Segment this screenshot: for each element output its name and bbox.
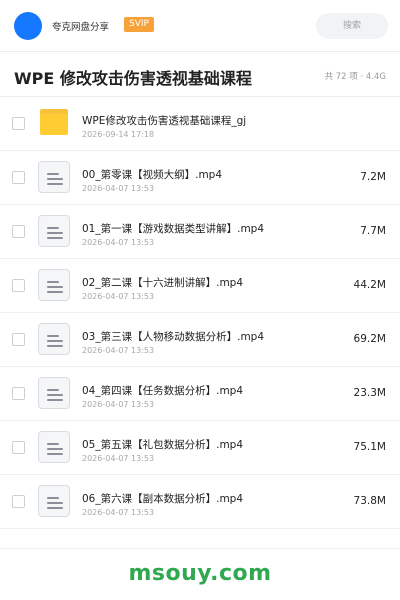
list-item-folder[interactable]: WPE修改攻击伤害透视基础课程_gj 2026-09-14 17:18 [0,97,400,151]
row-checkbox[interactable] [12,495,25,508]
file-name: 03_第三课【人物移动数据分析】.mp4 [82,331,265,343]
title-bar: WPE 修改攻击伤害透视基础课程 共 72 项 · 4.4G [0,53,400,97]
file-date: 2026-04-07 13:53 [82,184,155,193]
document-icon [38,215,70,247]
row-checkbox[interactable] [12,225,25,238]
document-icon [38,431,70,463]
list-item[interactable]: 04_第四课【任务数据分析】.mp4 2026-04-07 13:53 23.3… [0,367,400,421]
file-date: 2026-04-07 13:53 [82,346,155,355]
file-name: 02_第二课【十六进制讲解】.mp4 [82,277,244,289]
row-checkbox[interactable] [12,171,25,184]
file-date: 2026-04-07 13:53 [82,454,155,463]
file-name: 06_第六课【副本数据分析】.mp4 [82,493,244,505]
document-icon [38,377,70,409]
row-checkbox[interactable] [12,279,25,292]
list-item[interactable]: 06_第六课【副本数据分析】.mp4 2026-04-07 13:53 73.8… [0,475,400,529]
file-name: 01_第一课【游戏数据类型讲解】.mp4 [82,223,265,235]
list-item[interactable]: 03_第三课【人物移动数据分析】.mp4 2026-04-07 13:53 69… [0,313,400,367]
file-date: 2026-04-07 13:53 [82,292,155,301]
list-item[interactable]: 02_第二课【十六进制讲解】.mp4 2026-04-07 13:53 44.2… [0,259,400,313]
avatar[interactable] [14,12,42,40]
file-size: 7.7M [360,225,386,237]
file-name: 00_第零课【视频大纲】.mp4 [82,169,223,181]
page-title: WPE 修改攻击伤害透视基础课程 [14,69,252,88]
search-input[interactable] [316,13,388,39]
file-date: 2026-04-07 13:53 [82,238,155,247]
file-size: 23.3M [353,387,386,399]
footer: msouy.com [0,548,400,600]
document-icon [38,323,70,355]
file-date: 2026-04-07 13:53 [82,508,155,517]
document-icon [38,161,70,193]
item-summary: 共 72 项 · 4.4G [324,72,386,82]
file-size: 7.2M [360,171,386,183]
file-size: 69.2M [353,333,386,345]
folder-icon [38,107,70,139]
document-icon [38,269,70,301]
document-icon [38,485,70,517]
row-checkbox[interactable] [12,333,25,346]
file-list: WPE修改攻击伤害透视基础课程_gj 2026-09-14 17:18 00_第… [0,97,400,529]
list-item[interactable]: 05_第五课【礼包数据分析】.mp4 2026-04-07 13:53 75.1… [0,421,400,475]
list-item[interactable]: 01_第一课【游戏数据类型讲解】.mp4 2026-04-07 13:53 7.… [0,205,400,259]
file-name: 05_第五课【礼包数据分析】.mp4 [82,439,244,451]
file-size: 73.8M [353,495,386,507]
file-date: 2026-04-07 13:53 [82,400,155,409]
file-name: WPE修改攻击伤害透视基础课程_gj [82,115,247,127]
svip-badge: SVIP [124,17,154,32]
file-size: 75.1M [353,441,386,453]
row-checkbox[interactable] [12,387,25,400]
row-checkbox[interactable] [12,441,25,454]
file-size: 44.2M [353,279,386,291]
row-checkbox[interactable] [12,117,25,130]
file-name: 04_第四课【任务数据分析】.mp4 [82,385,244,397]
file-date: 2026-09-14 17:18 [82,130,155,139]
list-item[interactable]: 00_第零课【视频大纲】.mp4 2026-04-07 13:53 7.2M [0,151,400,205]
watermark: msouy.com [128,561,272,586]
top-header: 夸克网盘分享 SVIP [0,0,400,52]
app-name: 夸克网盘分享 [52,22,110,33]
